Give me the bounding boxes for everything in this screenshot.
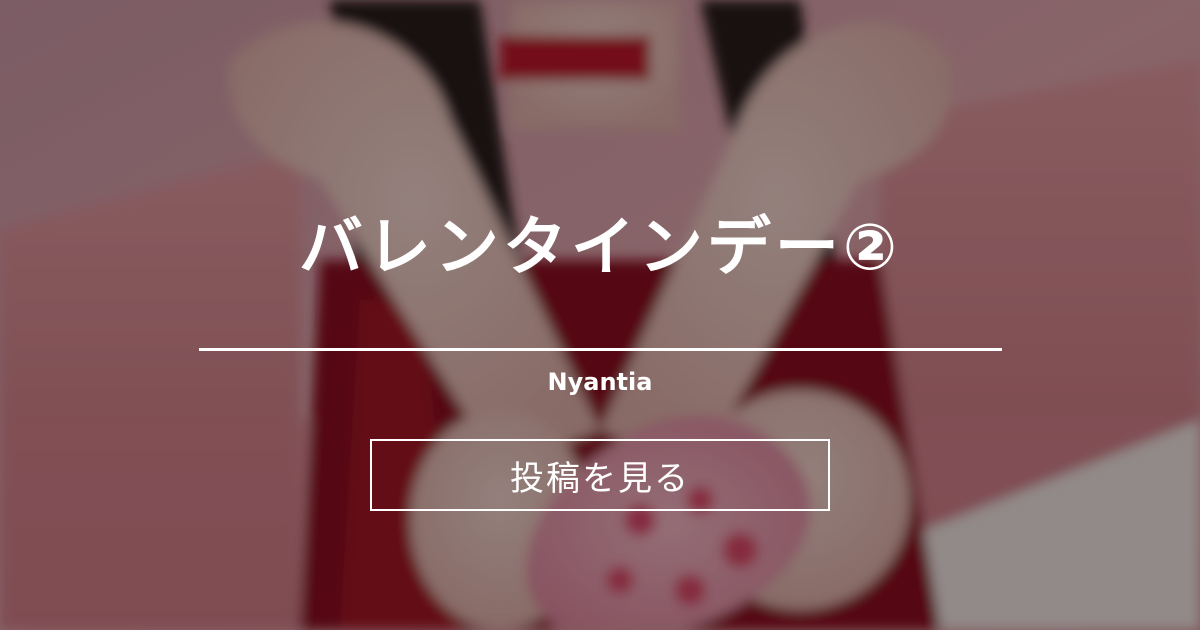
author-name: Nyantia	[547, 368, 653, 396]
post-title: バレンタインデー②	[298, 211, 902, 285]
dark-overlay	[0, 0, 1200, 630]
view-post-button[interactable]: 投稿を見る	[370, 439, 830, 511]
view-post-button-label: 投稿を見る	[510, 458, 690, 499]
title-divider	[199, 348, 1002, 351]
ogp-card: バレンタインデー② Nyantia 投稿を見る	[0, 0, 1200, 630]
